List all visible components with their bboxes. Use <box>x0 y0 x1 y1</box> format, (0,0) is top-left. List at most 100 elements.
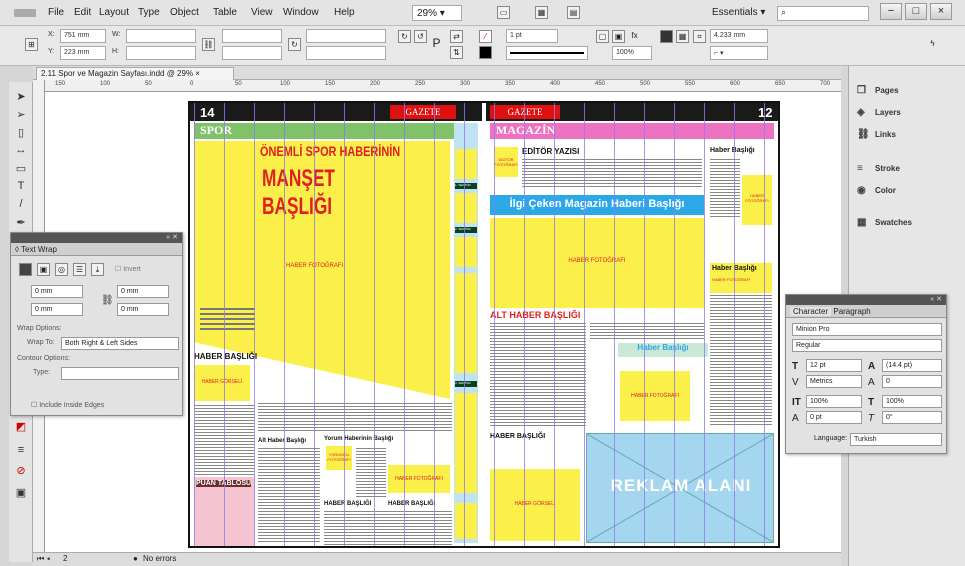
menu-edit[interactable]: Edit <box>74 7 91 18</box>
drop-shadow-icon[interactable] <box>660 30 673 43</box>
lightning-icon[interactable]: ϟ <box>926 38 939 51</box>
frame-fitting-icon[interactable]: ▦ <box>676 30 689 43</box>
include-edges-checkbox[interactable]: ☐ Include Inside Edges <box>31 401 104 409</box>
right-offset-field[interactable]: 0 mm <box>117 303 169 316</box>
constrain-proportions-icon[interactable]: ⛓ <box>202 38 215 51</box>
rotate-cw-icon[interactable]: ↻ <box>398 30 411 43</box>
tab-character[interactable]: Character <box>790 307 832 316</box>
fill-swatch-icon[interactable]: ⁄ <box>479 30 492 43</box>
vertical-scale-field[interactable]: 100% <box>806 395 862 408</box>
jump-object-icon[interactable]: ☰ <box>73 263 86 276</box>
page-number-field[interactable]: 2 <box>63 554 67 563</box>
tab-paragraph[interactable]: Paragraph <box>833 307 870 316</box>
bottom-offset-field[interactable]: 0 mm <box>31 303 83 316</box>
language-select[interactable]: Turkish <box>850 433 942 446</box>
rotate-ccw-icon[interactable]: ↺ <box>414 30 427 43</box>
effects-icon[interactable]: fx <box>628 30 641 43</box>
scale-y-field[interactable] <box>222 46 282 60</box>
preflight-status[interactable]: No errors <box>143 554 176 563</box>
panel-header[interactable]: « ✕ <box>786 295 946 305</box>
panel-header[interactable]: « ✕ <box>11 233 182 243</box>
font-size-field[interactable]: 12 pt <box>806 359 862 372</box>
auto-fit-icon[interactable]: ⌗ <box>693 30 706 43</box>
menu-help[interactable]: Help <box>334 7 355 18</box>
top-offset-field[interactable]: 0 mm <box>31 285 83 298</box>
baseline-shift-field[interactable]: 0 pt <box>806 411 862 424</box>
fit-content-icon[interactable]: ▢ <box>596 30 609 43</box>
stroke-type-select[interactable] <box>506 46 588 60</box>
skew-field[interactable]: 0° <box>882 411 942 424</box>
shear-field[interactable] <box>306 46 386 60</box>
direct-selection-tool-icon[interactable]: ➢ <box>14 108 28 122</box>
close-button[interactable]: × <box>930 3 952 20</box>
fit-frame-icon[interactable]: ▣ <box>612 30 625 43</box>
document-tab[interactable]: 2.11 Spor ve Magazin Sayfası.indd @ 29% … <box>36 67 234 80</box>
scale-x-field[interactable] <box>222 29 282 43</box>
text-frame-icon[interactable]: P <box>430 37 443 51</box>
invert-checkbox[interactable]: ☐ Invert <box>115 265 141 273</box>
horizontal-scale-field[interactable]: 100% <box>882 395 942 408</box>
corner-size-field[interactable]: 4.233 mm <box>710 29 768 43</box>
menu-view[interactable]: View <box>251 7 273 18</box>
pen-tool-icon[interactable]: ✒ <box>14 216 28 230</box>
fill-stroke-icon[interactable]: ◩ <box>14 420 28 434</box>
arrange-docs-icon[interactable]: ▤ <box>567 6 580 19</box>
menu-object[interactable]: Object <box>170 7 199 18</box>
search-input[interactable]: ⌕ <box>777 6 869 21</box>
zoom-select[interactable]: 29% ▾ <box>412 5 462 21</box>
flip-horizontal-icon[interactable]: ⇄ <box>450 30 463 43</box>
wrap-shape-icon[interactable]: ◎ <box>55 263 68 276</box>
stroke-panel[interactable]: ≡ Stroke <box>849 158 962 180</box>
pages-panel[interactable]: ❐ Pages <box>849 80 962 102</box>
workspace-switcher[interactable]: Essentials ▾ <box>712 7 765 18</box>
link-offsets-icon[interactable]: ⛓ <box>101 295 114 306</box>
text-wrap-tab[interactable]: ◊ Text Wrap <box>11 243 182 256</box>
h-field[interactable] <box>126 46 196 60</box>
menu-type[interactable]: Type <box>138 7 160 18</box>
menu-file[interactable]: File <box>48 7 64 18</box>
page-nav-icon[interactable]: ⏮ ◂ <box>37 554 50 564</box>
menu-layout[interactable]: Layout <box>99 7 129 18</box>
opacity-field[interactable]: 100% <box>612 46 652 60</box>
x-field[interactable]: 751 mm <box>60 29 106 43</box>
maximize-button[interactable]: □ <box>905 3 927 20</box>
swatches-panel[interactable]: ▦ Swatches <box>849 212 962 234</box>
rotate-icon[interactable]: ↻ <box>288 38 301 51</box>
selection-tool-icon[interactable]: ➤ <box>14 90 28 104</box>
wrap-bounding-icon[interactable]: ▣ <box>37 263 50 276</box>
font-family-select[interactable]: Minion Pro <box>792 323 942 336</box>
text-wrap-panel[interactable]: « ✕ ◊ Text Wrap ▣ ◎ ☰ ⤓ ☐ Invert 0 mm 0 … <box>10 232 183 416</box>
color-panel[interactable]: ◉ Color <box>849 180 962 202</box>
stroke-swatch-icon[interactable] <box>479 46 492 59</box>
minimize-button[interactable]: − <box>880 3 902 20</box>
menu-window[interactable]: Window <box>283 7 319 18</box>
reference-point-icon[interactable]: ⊞ <box>25 38 38 51</box>
screen-mode-tool-icon[interactable]: ▣ <box>14 486 28 500</box>
page-spread[interactable]: 14 GAZETE LOGOSU SPOR ÖNEMLİ SPOR HABERİ… <box>188 101 780 548</box>
y-field[interactable]: 223 mm <box>60 46 106 60</box>
leading-field[interactable]: (14.4 pt) <box>882 359 942 372</box>
view-options-icon[interactable]: ▭ <box>497 6 510 19</box>
page-tool-icon[interactable]: ▯ <box>14 126 28 140</box>
gap-tool-icon[interactable]: ↔ <box>14 144 28 158</box>
content-collector-icon[interactable]: ▭ <box>14 162 28 176</box>
kerning-field[interactable]: Metrics <box>806 375 862 388</box>
type-tool-icon[interactable]: T <box>14 180 28 194</box>
layers-panel[interactable]: ◈ Layers <box>849 102 962 124</box>
corner-shape-select[interactable]: ⌐ ▾ <box>710 46 768 60</box>
tab-close-icon[interactable]: × <box>195 69 200 78</box>
apply-none-icon[interactable]: ⊘ <box>14 464 28 478</box>
formatting-icon[interactable]: ≡ <box>14 444 28 458</box>
line-tool-icon[interactable]: / <box>14 198 28 212</box>
tracking-field[interactable]: 0 <box>882 375 942 388</box>
contour-type-select[interactable] <box>61 367 179 380</box>
font-style-select[interactable]: Regular <box>792 339 942 352</box>
no-wrap-icon[interactable] <box>19 263 32 276</box>
wrap-to-select[interactable]: Both Right & Left Sides <box>61 337 179 350</box>
menu-table[interactable]: Table <box>213 7 237 18</box>
character-panel[interactable]: « ✕ Character Paragraph Minion Pro Regul… <box>785 294 947 454</box>
stroke-weight-field[interactable]: 1 pt <box>506 29 558 43</box>
rotation-field[interactable] <box>306 29 386 43</box>
page-14[interactable]: 14 GAZETE LOGOSU SPOR ÖNEMLİ SPOR HABERİ… <box>190 103 482 546</box>
flip-vertical-icon[interactable]: ⇅ <box>450 46 463 59</box>
